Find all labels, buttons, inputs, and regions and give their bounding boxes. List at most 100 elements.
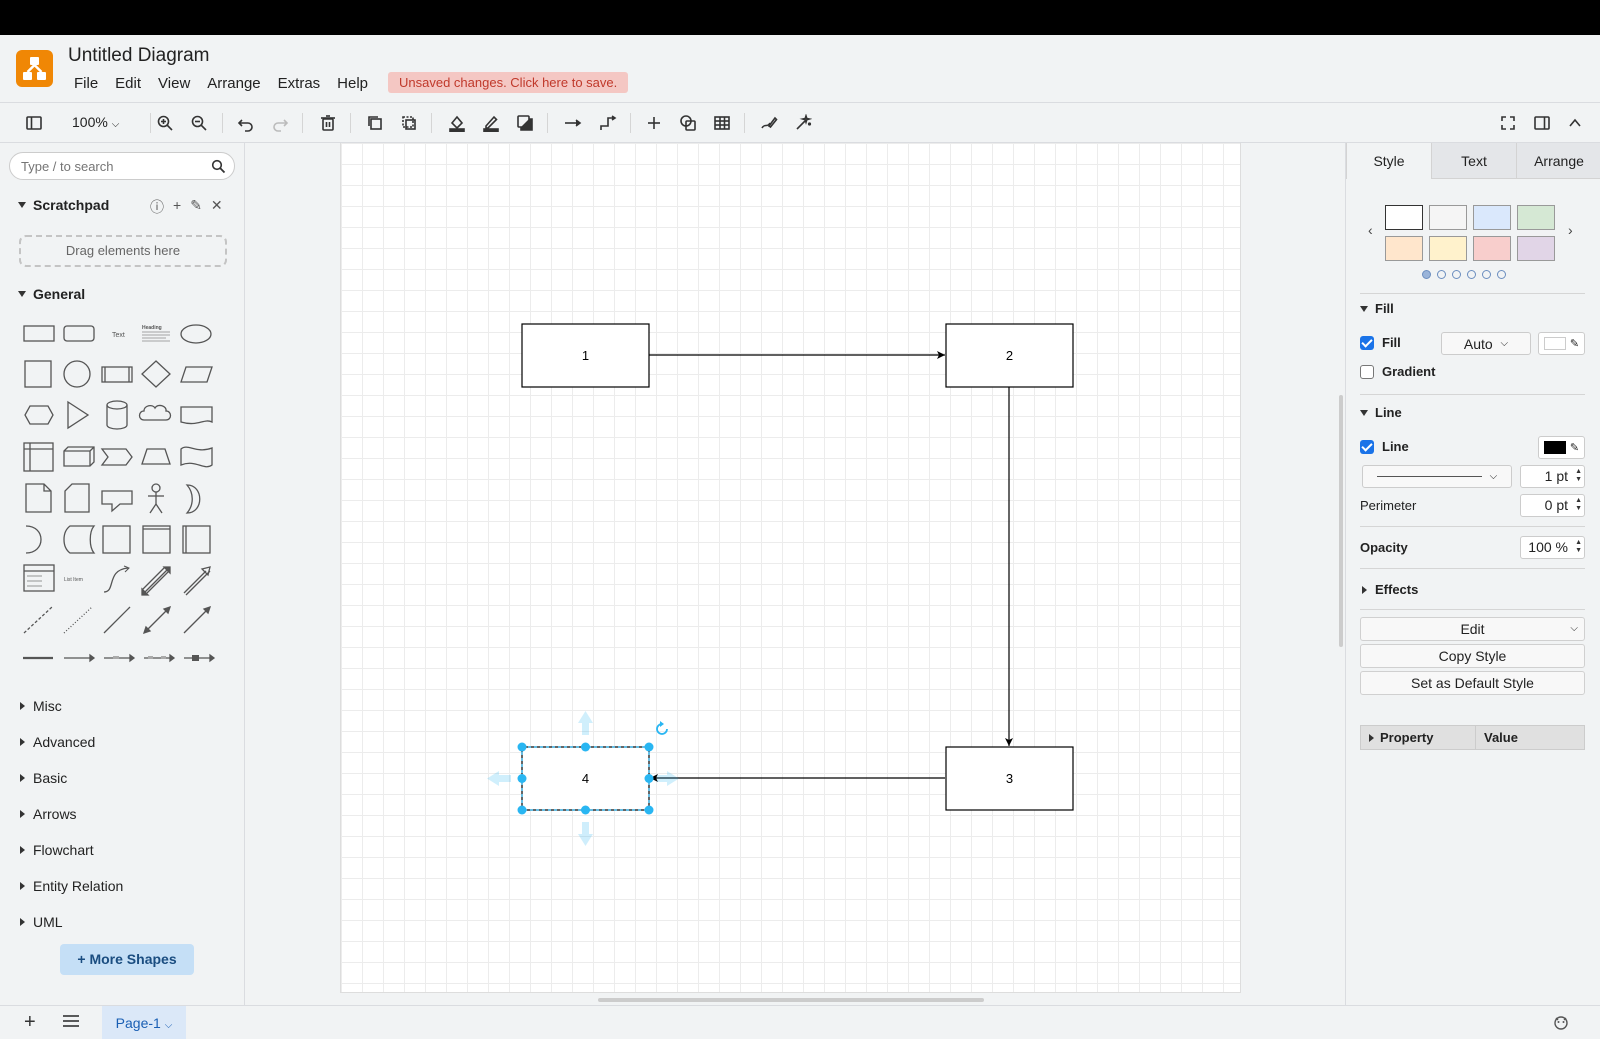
swatch-blue[interactable]: [1473, 205, 1511, 230]
shape-connector-source-label[interactable]: [184, 653, 216, 663]
rotate-handle-icon[interactable]: [656, 721, 668, 735]
property-column-header[interactable]: Property: [1361, 726, 1476, 749]
add-icon[interactable]: +: [173, 197, 181, 217]
shape-container[interactable]: [102, 525, 131, 554]
to-front-icon[interactable]: [363, 111, 387, 135]
swatch-red[interactable]: [1473, 236, 1511, 261]
shape-rectangle[interactable]: [23, 325, 55, 342]
shape-callout[interactable]: [101, 490, 133, 513]
vertical-scrollbar[interactable]: [1339, 395, 1343, 647]
shape-list-item[interactable]: List Item: [64, 577, 83, 583]
line-width-input[interactable]: 1 pt ▲ ▼: [1520, 465, 1585, 488]
swatch-yellow[interactable]: [1429, 236, 1467, 261]
gradient-toggle[interactable]: Gradient: [1360, 364, 1435, 379]
section-basic[interactable]: Basic: [20, 770, 67, 786]
sidebar-toggle-icon[interactable]: [22, 111, 46, 135]
shape-hexagon[interactable]: [24, 405, 54, 425]
node-3[interactable]: 3: [945, 746, 1074, 811]
section-uml[interactable]: UML: [20, 914, 63, 930]
stepper-icon[interactable]: ▲ ▼: [1575, 539, 1582, 555]
swatch-purple[interactable]: [1517, 236, 1555, 261]
shape-curve[interactable]: [103, 565, 130, 593]
shape-step[interactable]: [100, 448, 133, 466]
help-icon[interactable]: ⓘ: [150, 197, 164, 217]
pager-dot[interactable]: [1422, 270, 1431, 279]
format-panel-icon[interactable]: [1530, 111, 1554, 135]
tab-arrange[interactable]: Arrange: [1516, 143, 1600, 179]
section-entity-relation[interactable]: Entity Relation: [20, 878, 123, 894]
document-title[interactable]: Untitled Diagram: [68, 45, 210, 67]
delete-icon[interactable]: [316, 111, 340, 135]
shape-container-header[interactable]: [142, 525, 171, 554]
shape-bidirectional-arrow[interactable]: [141, 566, 171, 596]
shape-search-input[interactable]: [21, 159, 201, 174]
page-tab[interactable]: Page-1 ⌵: [102, 1006, 186, 1039]
scratchpad-dropzone[interactable]: Drag elements here: [19, 235, 227, 267]
connection-icon[interactable]: [561, 111, 585, 135]
clone-arrow-right-icon[interactable]: [657, 771, 679, 786]
node-1[interactable]: 1: [521, 323, 650, 388]
section-misc[interactable]: Misc: [20, 698, 62, 714]
shape-cube[interactable]: [63, 446, 95, 467]
swatch-gray[interactable]: [1429, 205, 1467, 230]
menu-extras[interactable]: Extras: [278, 75, 321, 92]
redo-icon[interactable]: [268, 111, 292, 135]
shape-tape[interactable]: [180, 446, 213, 468]
diagram-page[interactable]: 1 2 3 4: [340, 143, 1241, 993]
line-color-picker[interactable]: ✎: [1538, 436, 1585, 459]
more-shapes-button[interactable]: + More Shapes: [60, 944, 194, 975]
stepper-icon[interactable]: ▲ ▼: [1575, 468, 1582, 484]
shape-dashed-line[interactable]: [23, 606, 53, 634]
shape-cloud[interactable]: [138, 404, 172, 421]
shadow-icon[interactable]: [513, 111, 537, 135]
shape-data-storage[interactable]: [63, 525, 96, 554]
shape-diamond[interactable]: [141, 360, 171, 388]
diagram-canvas[interactable]: 1 2 3 4: [245, 143, 1345, 1005]
fill-toggle[interactable]: Fill: [1360, 335, 1401, 350]
unsaved-changes-button[interactable]: Unsaved changes. Click here to save.: [388, 72, 629, 93]
shape-arrow[interactable]: [183, 566, 211, 596]
shape-process[interactable]: [101, 366, 133, 383]
add-page-icon[interactable]: +: [24, 1011, 36, 1034]
scratchpad-header[interactable]: Scratchpad: [18, 197, 109, 213]
fill-color-picker[interactable]: ✎: [1538, 332, 1585, 355]
line-color-icon[interactable]: [479, 111, 503, 135]
shape-textbox[interactable]: Heading: [142, 325, 170, 342]
shape-parallelogram[interactable]: [180, 366, 213, 383]
shape-note[interactable]: [25, 483, 52, 513]
pages-menu-icon[interactable]: [62, 1014, 80, 1033]
node-4[interactable]: 4: [521, 746, 650, 811]
pager-dot[interactable]: [1497, 270, 1506, 279]
shape-document[interactable]: [180, 406, 213, 425]
menu-file[interactable]: File: [74, 75, 98, 92]
node-2[interactable]: 2: [945, 323, 1074, 388]
to-back-icon[interactable]: [397, 111, 421, 135]
shape-square[interactable]: [24, 360, 52, 388]
zoom-dropdown[interactable]: 100% ⌵: [72, 114, 119, 130]
magic-icon[interactable]: [791, 111, 815, 135]
effects-section-header[interactable]: Effects: [1362, 582, 1418, 597]
copy-style-button[interactable]: Copy Style: [1360, 644, 1585, 668]
pager-dot[interactable]: [1437, 270, 1446, 279]
shape-and[interactable]: [25, 525, 42, 554]
line-checkbox[interactable]: [1360, 439, 1374, 454]
shape-rounded-rectangle[interactable]: [63, 325, 95, 342]
insert-icon[interactable]: [642, 111, 666, 135]
clone-arrow-down-icon[interactable]: [578, 822, 593, 846]
horizontal-scrollbar[interactable]: [598, 998, 984, 1002]
pager-dot[interactable]: [1482, 270, 1491, 279]
fill-mode-select[interactable]: Auto ⌵: [1441, 332, 1531, 355]
tab-style[interactable]: Style: [1346, 143, 1431, 179]
pager-dot[interactable]: [1467, 270, 1476, 279]
shape-container-side[interactable]: [182, 525, 211, 554]
line-section-header[interactable]: Line: [1360, 405, 1402, 420]
section-flowchart[interactable]: Flowchart: [20, 842, 94, 858]
stepper-icon[interactable]: ▲ ▼: [1575, 497, 1582, 513]
shape-cylinder[interactable]: [106, 400, 128, 430]
shape-internal-storage[interactable]: [23, 442, 54, 472]
chevron-right-icon[interactable]: ›: [1568, 222, 1573, 238]
pager-dot[interactable]: [1452, 270, 1461, 279]
perimeter-input[interactable]: 0 pt ▲ ▼: [1520, 494, 1585, 517]
collapse-icon[interactable]: [1563, 111, 1587, 135]
shape-actor[interactable]: [148, 483, 164, 514]
